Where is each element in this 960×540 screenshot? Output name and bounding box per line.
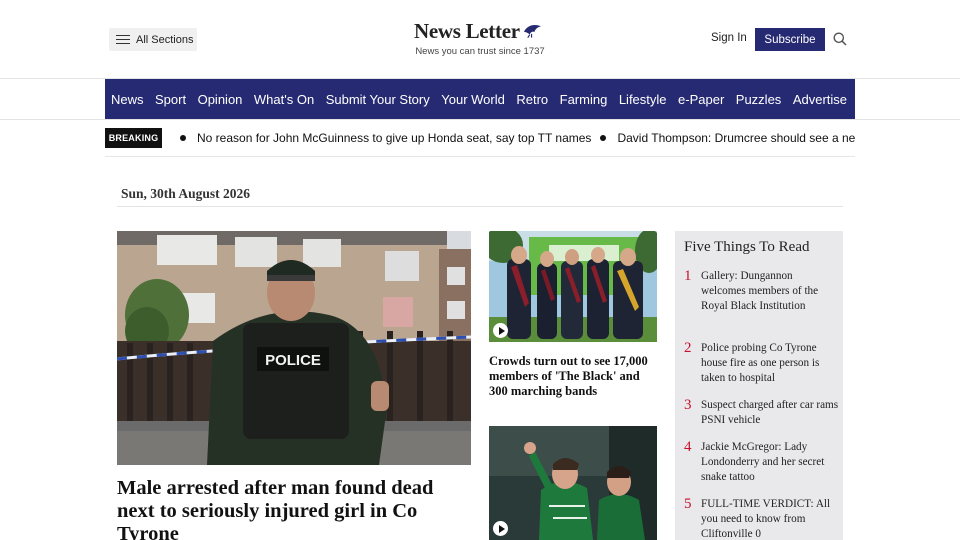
logo-text: News Letter — [414, 18, 520, 43]
main-story-image[interactable]: POLICE — [117, 231, 471, 465]
nav-item-submit-your-story[interactable]: Submit Your Story — [326, 92, 430, 107]
nav-item-farming[interactable]: Farming — [560, 92, 608, 107]
mid-story-image[interactable] — [489, 426, 657, 540]
police-vest-text: POLICE — [265, 352, 321, 369]
five-things-title: Five Things To Read — [684, 239, 810, 255]
five-things-number: 1 — [684, 268, 692, 284]
video-play-icon[interactable] — [493, 521, 508, 536]
site-header: All Sections News Letter News you can tr… — [0, 0, 960, 79]
nav-item-opinion[interactable]: Opinion — [198, 92, 243, 107]
five-things-text: Suspect charged after car rams PSNI vehi… — [701, 399, 839, 426]
police-officer-photo: POLICE — [117, 231, 471, 465]
five-things-panel: Five Things To Read 1 Gallery: Dungannon… — [675, 231, 843, 540]
video-play-icon[interactable] — [493, 323, 508, 338]
five-things-item[interactable]: 1 Gallery: Dungannon welcomes members of… — [684, 269, 839, 314]
five-things-text: Gallery: Dungannon welcomes members of t… — [701, 270, 819, 312]
five-things-item[interactable]: 4 Jackie McGregor: Lady Londonderry and … — [684, 440, 839, 485]
ticker-item[interactable]: David Thompson: Drumcree should see a ne… — [600, 131, 855, 145]
hamburger-icon — [116, 34, 130, 45]
five-things-number: 2 — [684, 340, 692, 356]
marching-band-photo — [489, 231, 657, 342]
five-things-number: 4 — [684, 439, 692, 455]
breaking-ticker: No reason for John McGuinness to give up… — [180, 128, 855, 148]
five-things-number: 3 — [684, 397, 692, 413]
nav-item-news[interactable]: News — [111, 92, 144, 107]
nav-item-lifestyle[interactable]: Lifestyle — [619, 92, 667, 107]
main-nav: News Sport Opinion What's On Submit Your… — [105, 79, 855, 119]
five-things-item[interactable]: 2 Police probing Co Tyrone house fire as… — [684, 341, 839, 386]
ticker-item-text: No reason for John McGuinness to give up… — [197, 131, 592, 145]
nav-item-e-paper[interactable]: e-Paper — [678, 92, 724, 107]
page-date: Sun, 30th August 2026 — [121, 186, 251, 201]
bullet-icon — [180, 135, 186, 141]
nav-item-puzzles[interactable]: Puzzles — [736, 92, 782, 107]
five-things-text: Police probing Co Tyrone house fire as o… — [701, 342, 820, 384]
ticker-item-text: David Thompson: Drumcree should see a ne… — [617, 131, 855, 145]
nav-item-retro[interactable]: Retro — [516, 92, 548, 107]
bullet-icon — [600, 135, 607, 141]
five-things-item[interactable]: 3 Suspect charged after car rams PSNI ve… — [684, 398, 839, 428]
five-things-number: 5 — [684, 496, 692, 512]
subscribe-button[interactable]: Subscribe — [755, 28, 825, 51]
footballers-photo — [489, 426, 657, 540]
breaking-badge: BREAKING — [105, 128, 162, 148]
five-things-text: FULL-TIME VERDICT: All you need to know … — [701, 498, 831, 540]
mid-story-headline[interactable]: Crowds turn out to see 17,000 members of… — [489, 354, 657, 399]
nav-item-whats-on[interactable]: What's On — [254, 92, 314, 107]
nav-item-advertise[interactable]: Advertise — [793, 92, 847, 107]
date-divider — [117, 206, 843, 207]
tagline: News you can trust since 1737 — [415, 46, 545, 57]
ticker-divider — [105, 156, 855, 157]
logo-bird-icon — [523, 24, 541, 38]
nav-item-sport[interactable]: Sport — [155, 92, 186, 107]
ticker-item[interactable]: No reason for John McGuinness to give up… — [180, 131, 591, 145]
sign-in-link[interactable]: Sign In — [711, 32, 747, 44]
all-sections-label: All Sections — [136, 33, 194, 46]
site-logo[interactable]: News Letter — [414, 19, 554, 43]
all-sections-button[interactable]: All Sections — [109, 28, 197, 51]
five-things-text: Jackie McGregor: Lady Londonderry and he… — [701, 441, 825, 483]
nav-item-your-world[interactable]: Your World — [441, 92, 505, 107]
mid-story-image[interactable] — [489, 231, 657, 342]
main-story-headline[interactable]: Male arrested after man found dead next … — [117, 477, 462, 540]
search-icon[interactable] — [833, 32, 847, 46]
five-things-item[interactable]: 5 FULL-TIME VERDICT: All you need to kno… — [684, 497, 839, 540]
